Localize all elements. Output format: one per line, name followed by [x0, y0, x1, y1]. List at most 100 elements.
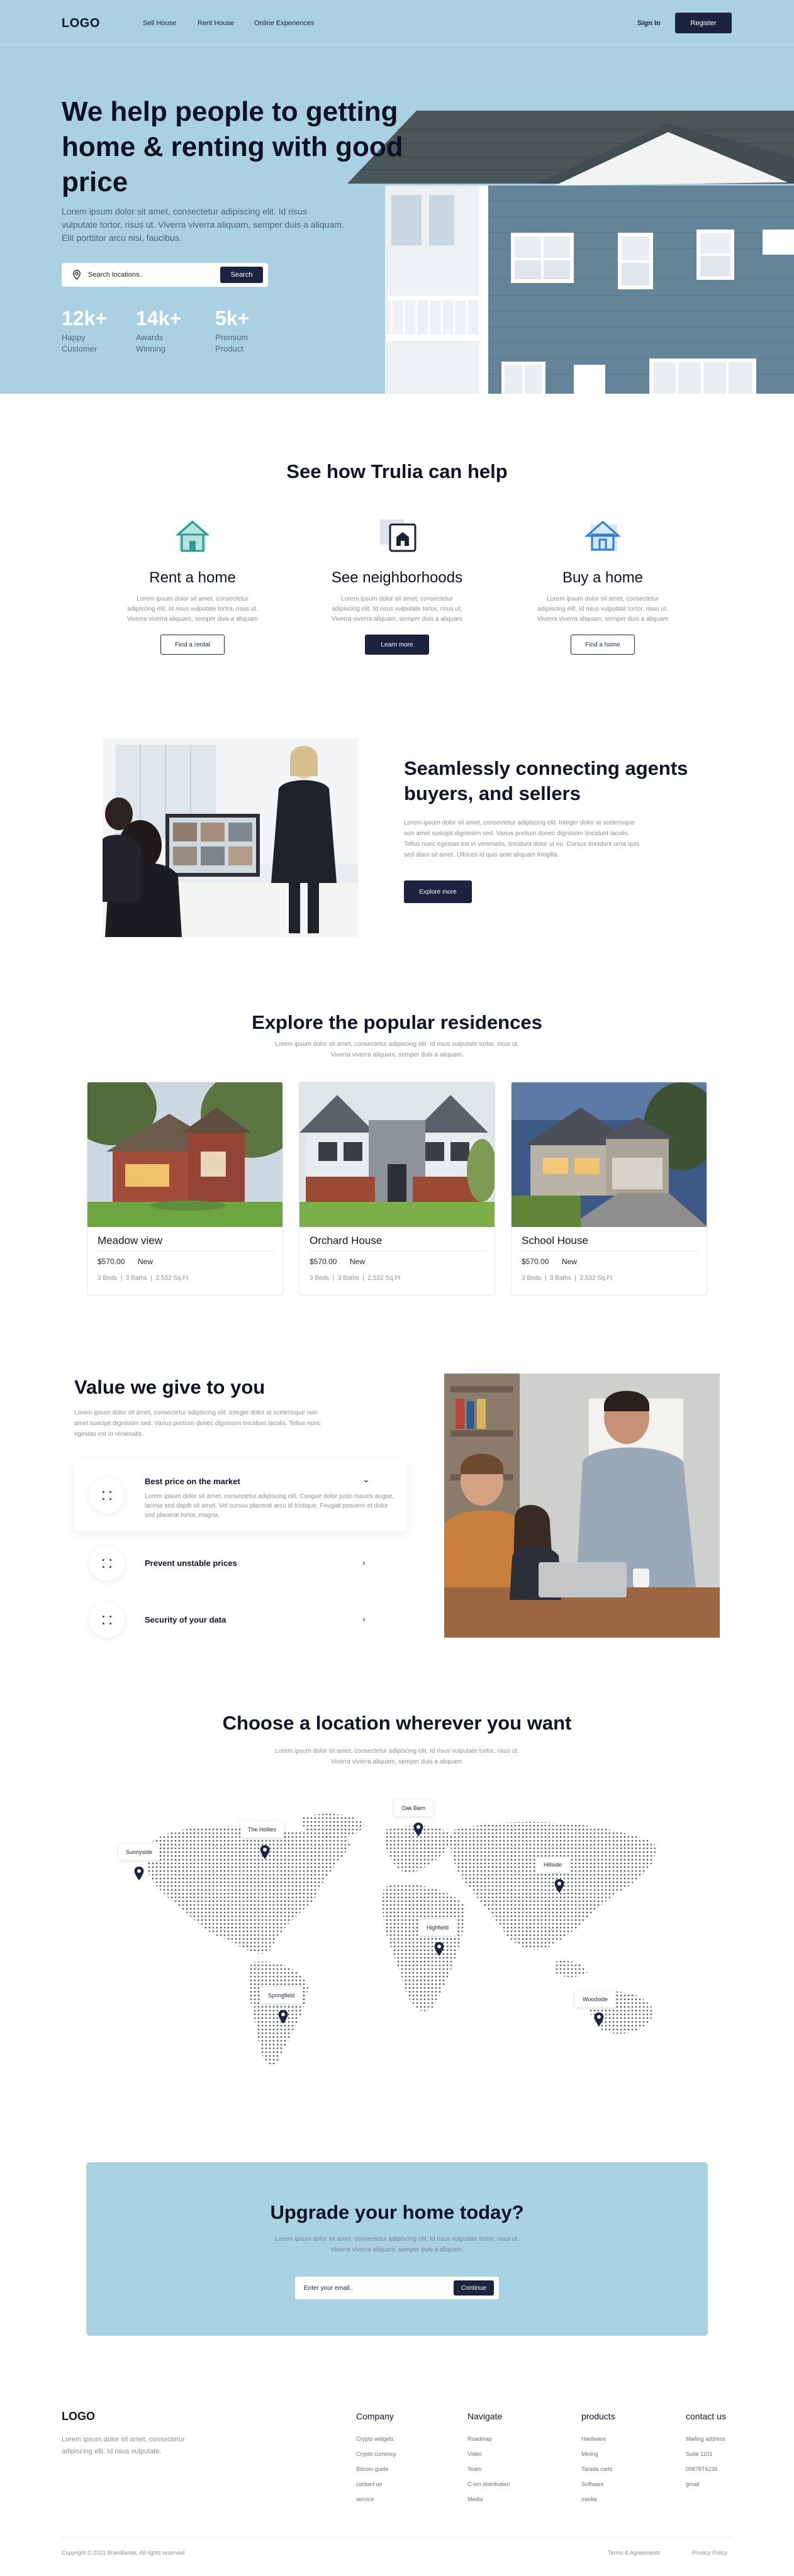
residence-card-school-house[interactable]: School House $570.00 New 3 Beds | 3 Bath…: [511, 1082, 707, 1296]
map-pin-icon[interactable]: [434, 1942, 444, 1956]
stat-label: Awards Winning: [136, 333, 165, 353]
value-item-unstable-prices[interactable]: Prevent unstable prices ›: [74, 1546, 406, 1581]
residence-photo: [87, 1082, 282, 1227]
help-description: Lorem ipsum dolor sit amet, consectetur …: [126, 596, 259, 623]
footer-link[interactable]: Bitcoin guide: [356, 2462, 396, 2477]
hero-title: We help people to getting home & renting…: [62, 96, 403, 197]
value-item-title: Prevent unstable prices: [145, 1558, 237, 1568]
map-pin-icon[interactable]: [413, 1823, 423, 1836]
map-pin-icon[interactable]: [278, 2010, 288, 2024]
footer-link[interactable]: service: [356, 2492, 396, 2507]
find-rental-button[interactable]: Find a rental: [160, 635, 225, 655]
expand-frame-icon: [89, 1602, 125, 1638]
top-nav: LOGO Sell House Rent House Online Experi…: [0, 0, 794, 45]
help-title: See neighborhoods: [331, 569, 463, 586]
stat-number: 12k+: [62, 307, 108, 330]
location-label-sunnyside[interactable]: Sunnyside: [118, 1844, 160, 1860]
search-button[interactable]: Search: [220, 267, 263, 283]
footer-logo[interactable]: LOGO: [62, 2410, 95, 2423]
footer-link[interactable]: Mailing address: [686, 2431, 726, 2446]
stat-premium-product: 5k+ Premium Product: [215, 307, 278, 355]
footer-link[interactable]: Video: [467, 2446, 510, 2462]
help-description: Lorem ipsum dolor sit amet, consectetur …: [537, 596, 669, 623]
footer-column-navigate: Navigate Roadmap Video Team C-ion distri…: [467, 2411, 510, 2507]
page: LOGO Sell House Rent House Online Experi…: [0, 0, 794, 2576]
terms-link[interactable]: Terms & Agreements: [608, 2550, 661, 2556]
footer-link[interactable]: Team: [467, 2462, 510, 2477]
sign-in-link[interactable]: Sign In: [637, 19, 661, 27]
stat-number: 5k+: [215, 307, 250, 330]
residence-name: Meadow view: [98, 1235, 162, 1246]
footer-link[interactable]: Media: [467, 2492, 510, 2507]
house-rent-icon: [175, 519, 210, 552]
footer-link[interactable]: C-ion distribution: [467, 2477, 510, 2492]
value-item-title: Best price on the market: [145, 1477, 240, 1486]
chevron-right-icon[interactable]: ›: [362, 1557, 366, 1567]
location-label-woodside[interactable]: Woodside: [575, 1991, 615, 2007]
footer-link[interactable]: Crypto widgets: [356, 2431, 396, 2446]
location-label-hillside[interactable]: Hillside: [536, 1857, 570, 1873]
find-home-button[interactable]: Find a home: [571, 635, 635, 655]
map-pin-icon[interactable]: [594, 2012, 604, 2026]
footer-divider: [62, 2537, 732, 2538]
map-pin-icon[interactable]: [134, 1867, 144, 1880]
location-search-bar: Search: [62, 263, 268, 287]
search-input[interactable]: [88, 269, 208, 281]
nav-link-sell-house[interactable]: Sell House: [143, 19, 176, 27]
location-label-highfield[interactable]: Highfield: [419, 1919, 457, 1936]
learn-more-button[interactable]: Learn more: [365, 635, 429, 655]
hero-description: Lorem ipsum dolor sit amet, consectetur …: [62, 206, 344, 243]
privacy-link[interactable]: Privacy Policy: [692, 2550, 727, 2556]
footer-link[interactable]: Crypto currency: [356, 2446, 396, 2462]
register-button[interactable]: Register: [675, 13, 732, 33]
value-item-title: Security of your data: [145, 1615, 226, 1624]
location-label-oak-barn[interactable]: Oak Barn: [394, 1800, 433, 1816]
house-buy-icon: [584, 521, 621, 551]
location-pin-icon: [73, 270, 81, 280]
residence-price: $570.00: [310, 1257, 337, 1266]
meeting-photo: [103, 738, 358, 937]
residence-details: 3 Beds | 3 Baths | 2,532 Sq.Ft: [522, 1275, 613, 1282]
residence-card-orchard-house[interactable]: Orchard House $570.00 New 3 Beds | 3 Bat…: [299, 1082, 495, 1296]
footer-link[interactable]: Tarada carts: [581, 2462, 615, 2477]
footer-column-title: Company: [356, 2411, 394, 2421]
chevron-down-icon[interactable]: ⌄: [362, 1474, 370, 1485]
footer-link[interactable]: 09878T6236: [686, 2462, 726, 2477]
footer-column-products: products Hardware Mining Tarada carts So…: [581, 2411, 615, 2507]
footer-link[interactable]: gmail: [686, 2477, 726, 2492]
residence-price: $570.00: [98, 1257, 125, 1266]
house-image: [347, 111, 794, 394]
footer-link[interactable]: Suite 1101: [686, 2446, 726, 2462]
residence-card-meadow-view[interactable]: Meadow view $570.00 New 3 Beds | 3 Baths…: [87, 1082, 283, 1296]
help-description: Lorem ipsum dolor sit amet, consectetur …: [331, 596, 463, 623]
value-item-best-price[interactable]: Best price on the market Lorem ipsum dol…: [74, 1460, 406, 1531]
residence-badge: New: [562, 1257, 578, 1266]
footer-link[interactable]: Hardware: [581, 2431, 615, 2446]
divider: [310, 1251, 486, 1252]
footer-link[interactable]: Mining: [581, 2446, 615, 2462]
footer-link[interactable]: contact us: [356, 2477, 396, 2492]
residence-photo: [299, 1082, 495, 1227]
footer-link[interactable]: media: [581, 2492, 615, 2507]
world-map: [147, 1814, 656, 2066]
location-label-springfield[interactable]: Springfield: [260, 1987, 303, 2004]
email-input[interactable]: [304, 2282, 442, 2294]
cta-description: Lorem ipsum dolor sit amet, consectetur …: [275, 2236, 519, 2253]
map-pin-icon[interactable]: [554, 1879, 564, 1893]
locations-title: Choose a location wherever you want: [222, 1712, 572, 1734]
chevron-right-icon[interactable]: ›: [362, 1614, 366, 1624]
continue-button[interactable]: Continue: [454, 2280, 494, 2296]
residence-badge: New: [350, 1257, 366, 1266]
footer-description: Lorem ipsum dolor sit amet, consectetur …: [62, 2436, 185, 2455]
residence-name: Orchard House: [310, 1235, 383, 1246]
footer-link[interactable]: Roadmap: [467, 2431, 510, 2446]
map-pin-icon[interactable]: [260, 1845, 270, 1859]
footer-link[interactable]: Software: [581, 2477, 615, 2492]
logo[interactable]: LOGO: [62, 16, 100, 31]
location-label-the-hollies[interactable]: The Hollies: [240, 1821, 284, 1838]
value-item-data-security[interactable]: Security of your data ›: [74, 1602, 406, 1638]
nav-link-rent-house[interactable]: Rent House: [198, 19, 234, 27]
nav-link-online-experiences[interactable]: Online Experiences: [254, 19, 314, 27]
expand-frame-icon: [89, 1546, 125, 1581]
explore-more-button[interactable]: Explore more: [404, 880, 472, 903]
